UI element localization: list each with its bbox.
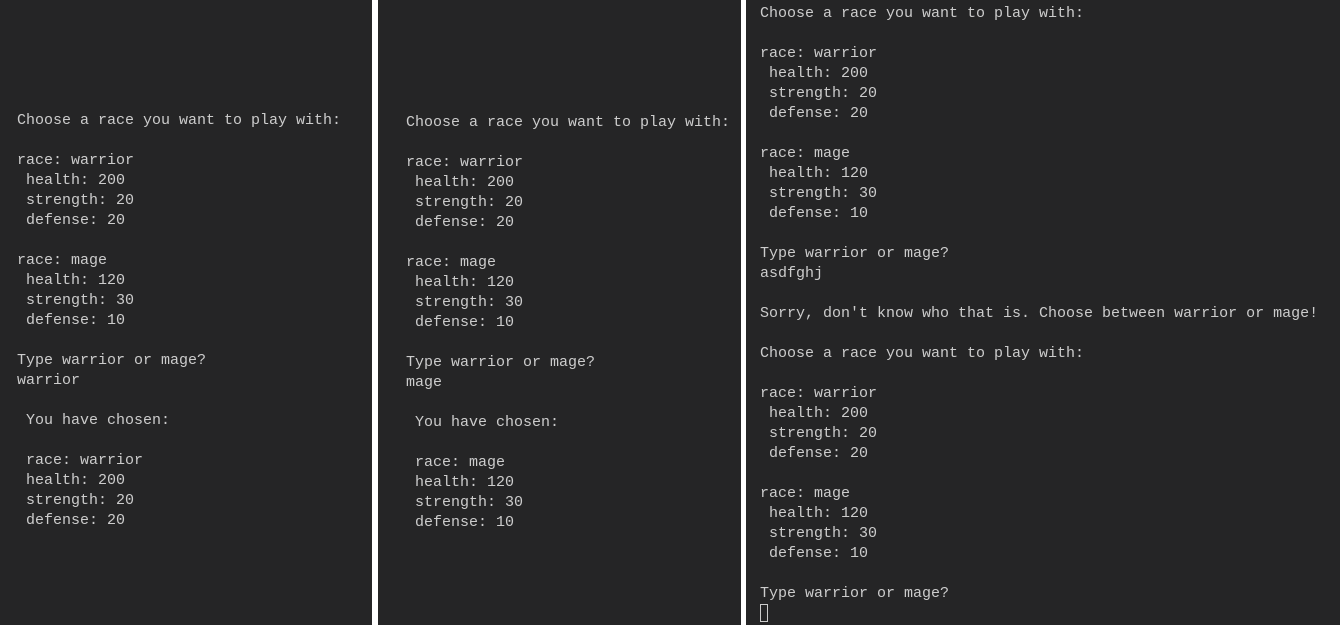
terminal-line: Choose a race you want to play with: (406, 114, 731, 131)
terminal-line: health: 120 (17, 272, 126, 289)
terminal-output: Choose a race you want to play with: race… (406, 113, 730, 533)
terminal-line: health: 120 (760, 505, 869, 522)
terminal-line: defense: 20 (760, 445, 869, 462)
terminal-output: Choose a race you want to play with: race… (760, 4, 1318, 624)
terminal-panel-invalid-input[interactable]: Choose a race you want to play with: race… (746, 0, 1340, 625)
terminal-line: asdfghj (760, 265, 824, 282)
input-line[interactable] (760, 604, 1318, 624)
terminal-line: You have chosen: (17, 412, 171, 429)
terminal-line: health: 200 (17, 472, 126, 489)
terminal-line: defense: 20 (406, 214, 515, 231)
terminal-line: defense: 10 (406, 314, 515, 331)
terminal-line: health: 200 (760, 65, 869, 82)
terminal-line: health: 200 (760, 405, 869, 422)
terminal-line: strength: 30 (760, 525, 878, 542)
terminal-line: strength: 30 (760, 185, 878, 202)
terminal-line: mage (406, 374, 443, 391)
terminal-line: Choose a race you want to play with: (760, 5, 1085, 22)
terminal-line: race: warrior (17, 152, 135, 169)
terminal-line: strength: 20 (406, 194, 524, 211)
terminal-line: Type warrior or mage? (406, 354, 596, 371)
terminal-line: strength: 20 (760, 85, 878, 102)
terminal-line: race: mage (17, 252, 108, 269)
terminal-line: defense: 10 (17, 312, 126, 329)
terminal-line: Choose a race you want to play with: (17, 112, 342, 129)
terminal-line: health: 120 (406, 274, 515, 291)
terminal-line: race: warrior (760, 385, 878, 402)
terminal-line: race: warrior (760, 45, 878, 62)
terminal-line: health: 200 (17, 172, 126, 189)
terminal-line: race: mage (406, 454, 506, 471)
terminal-line: defense: 10 (760, 545, 869, 562)
terminal-line: Type warrior or mage? (760, 245, 950, 262)
terminal-line: strength: 20 (17, 492, 135, 509)
terminal-line: race: mage (406, 254, 497, 271)
terminal-line: defense: 20 (17, 212, 126, 229)
terminal-line: strength: 30 (406, 494, 524, 511)
terminal-line: warrior (17, 372, 81, 389)
terminal-line: defense: 20 (760, 105, 869, 122)
terminal-line: health: 200 (406, 174, 515, 191)
terminal-panel-warrior[interactable]: Choose a race you want to play with: race… (0, 0, 372, 625)
terminal-line: race: mage (760, 485, 851, 502)
terminal-line: strength: 20 (760, 425, 878, 442)
terminal-line: race: warrior (17, 452, 144, 469)
terminal-panel-mage[interactable]: Choose a race you want to play with: race… (378, 0, 741, 625)
terminal-line: race: mage (760, 145, 851, 162)
terminal-line: You have chosen: (406, 414, 560, 431)
terminal-line: Type warrior or mage? (17, 352, 207, 369)
terminal-line: Sorry, don't know who that is. Choose be… (760, 305, 1319, 322)
terminal-line: strength: 30 (17, 292, 135, 309)
terminal-line: race: warrior (406, 154, 524, 171)
terminal-line: defense: 10 (760, 205, 869, 222)
terminal-line: strength: 20 (17, 192, 135, 209)
text-cursor (760, 604, 768, 622)
terminal-output: Choose a race you want to play with: race… (17, 111, 341, 531)
terminal-line: health: 120 (760, 165, 869, 182)
terminal-line: health: 120 (406, 474, 515, 491)
terminal-line: Type warrior or mage? (760, 585, 950, 602)
terminal-line: Choose a race you want to play with: (760, 345, 1085, 362)
terminal-line: defense: 10 (406, 514, 515, 531)
terminal-line: defense: 20 (17, 512, 126, 529)
terminal-line: strength: 30 (406, 294, 524, 311)
